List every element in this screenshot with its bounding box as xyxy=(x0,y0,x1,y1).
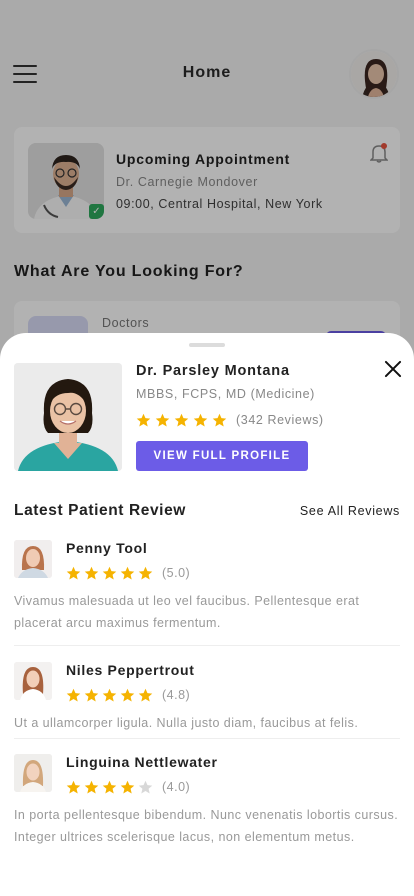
star-filled-icon xyxy=(120,780,135,793)
reviewer-name: Linguina Nettlewater xyxy=(66,754,218,770)
star-filled-icon xyxy=(102,688,117,701)
star-filled-icon xyxy=(102,780,117,793)
star-filled-icon xyxy=(66,780,81,793)
star-filled-icon xyxy=(66,566,81,579)
rating-score: (5.0) xyxy=(162,566,191,580)
reviewer-avatar xyxy=(14,540,52,578)
star-filled-icon xyxy=(66,688,81,701)
star-filled-icon xyxy=(84,688,99,701)
close-icon[interactable] xyxy=(384,360,402,378)
star-filled-icon xyxy=(102,566,117,579)
star-filled-icon xyxy=(138,566,153,579)
star-rating xyxy=(66,688,156,703)
star-filled-icon xyxy=(120,566,135,579)
star-filled-icon xyxy=(193,413,208,426)
star-empty-icon xyxy=(138,780,153,793)
doctor-photo xyxy=(14,363,122,471)
star-rating xyxy=(136,413,231,428)
divider xyxy=(14,738,400,739)
star-filled-icon xyxy=(174,413,189,426)
review-count: (342 Reviews) xyxy=(236,413,324,427)
star-filled-icon xyxy=(120,688,135,701)
star-rating xyxy=(66,780,156,795)
reviewer-rating: (4.8) xyxy=(66,686,190,704)
star-rating xyxy=(66,566,156,581)
see-all-reviews-link[interactable]: See All Reviews xyxy=(300,504,400,518)
divider xyxy=(14,645,400,646)
reviewer-avatar xyxy=(14,662,52,700)
rating-score: (4.8) xyxy=(162,688,191,702)
star-filled-icon xyxy=(155,413,170,426)
view-full-profile-button[interactable]: VIEW FULL PROFILE xyxy=(136,441,308,471)
review-text: In porta pellentesque bibendum. Nunc ven… xyxy=(14,808,399,844)
review-text: Vivamus malesuada ut leo vel faucibus. P… xyxy=(14,594,360,630)
review-text: Ut a ullamcorper ligula. Nulla justo dia… xyxy=(14,716,359,730)
star-filled-icon xyxy=(212,413,227,426)
reviewer-name: Niles Peppertrout xyxy=(66,662,195,678)
reviewer-name: Penny Tool xyxy=(66,540,148,556)
doctor-name: Dr. Parsley Montana xyxy=(136,363,290,379)
reviewer-rating: (5.0) xyxy=(66,564,190,582)
star-filled-icon xyxy=(84,780,99,793)
star-filled-icon xyxy=(138,688,153,701)
doctor-bottom-sheet: Dr. Parsley Montana MBBS, FCPS, MD (Medi… xyxy=(0,333,414,896)
drag-handle[interactable] xyxy=(189,343,225,347)
latest-review-title: Latest Patient Review xyxy=(14,502,186,519)
doctor-rating: (342 Reviews) xyxy=(136,411,324,429)
reviewer-rating: (4.0) xyxy=(66,778,190,796)
star-filled-icon xyxy=(136,413,151,426)
reviewer-avatar xyxy=(14,754,52,792)
doctor-qualifications: MBBS, FCPS, MD (Medicine) xyxy=(136,387,315,401)
rating-score: (4.0) xyxy=(162,780,191,794)
star-filled-icon xyxy=(84,566,99,579)
